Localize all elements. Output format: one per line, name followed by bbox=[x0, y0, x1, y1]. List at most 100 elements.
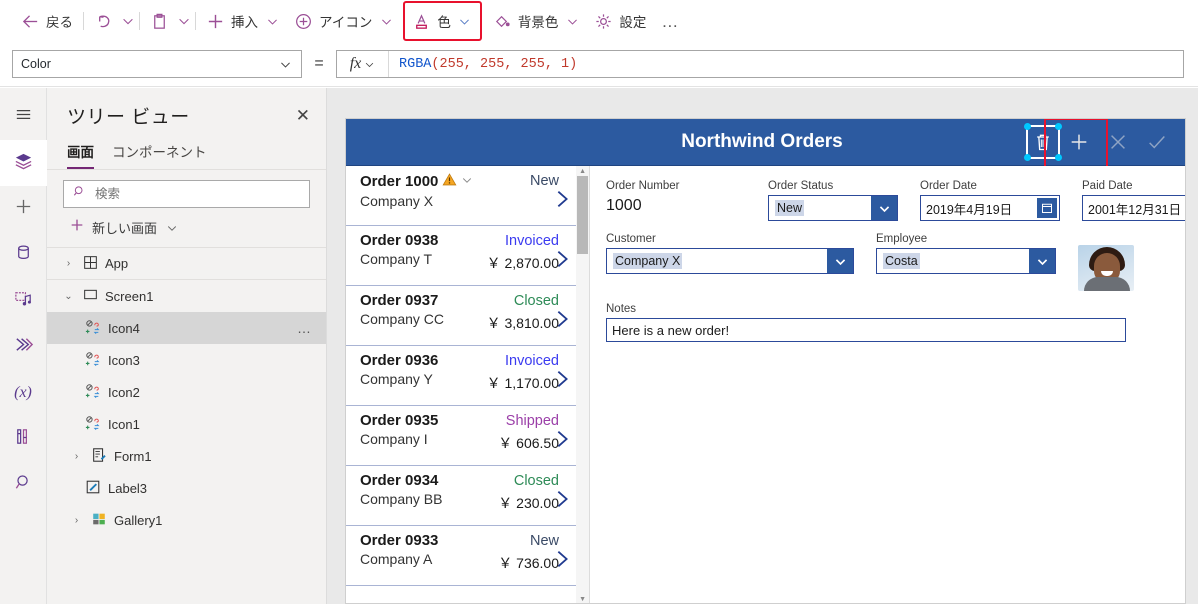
hamburger-menu-icon bbox=[13, 104, 34, 130]
expander-icon[interactable]: ⌄ bbox=[61, 291, 76, 302]
color-label: 色 bbox=[437, 15, 451, 30]
circle-plus-icon bbox=[294, 12, 313, 31]
tree-item-more-button[interactable]: … bbox=[297, 320, 326, 336]
expander-icon[interactable]: › bbox=[69, 451, 84, 462]
rail-hamburger-menu[interactable] bbox=[0, 94, 47, 140]
tree-item-icon2[interactable]: Icon2 bbox=[47, 376, 326, 408]
gallery-item-status: New bbox=[529, 173, 559, 189]
chevron-down-icon[interactable] bbox=[1029, 249, 1055, 273]
power-apps-studio: 戻る 挿入 アイコン 色 背景色 設定 … Color = fx RGBA(25… bbox=[0, 0, 1198, 604]
tree-item-screen1[interactable]: ⌄ Screen1 bbox=[47, 280, 326, 312]
property-chevron-down-icon[interactable] bbox=[277, 56, 293, 72]
background-color-button[interactable]: 背景色 bbox=[486, 5, 588, 37]
rail-data[interactable] bbox=[0, 232, 47, 278]
back-button[interactable]: 戻る bbox=[14, 5, 80, 37]
background-chevron-down-icon[interactable] bbox=[564, 13, 580, 29]
gallery-item[interactable]: Order 0937 Company CC Closed ￥ 3,810.00 bbox=[346, 286, 589, 346]
tree-item-label3[interactable]: Label3 bbox=[47, 472, 326, 504]
rail-search[interactable] bbox=[0, 462, 47, 508]
tree-item-icon4[interactable]: Icon4 … bbox=[47, 312, 326, 344]
insert-chevron-down-icon[interactable] bbox=[264, 13, 280, 29]
search-input[interactable] bbox=[95, 187, 301, 201]
formula-input-wrapper[interactable]: fx RGBA(255, 255, 255, 1) bbox=[336, 50, 1184, 78]
scroll-up-arrow-icon[interactable]: ▲ bbox=[579, 168, 586, 175]
expander-icon[interactable]: › bbox=[69, 515, 84, 526]
gallery-item-order: Order 0935 bbox=[360, 412, 439, 429]
save-button[interactable] bbox=[1138, 124, 1175, 161]
chevron-right-icon[interactable] bbox=[551, 248, 573, 275]
gallery-item-chevron-down-icon[interactable] bbox=[461, 173, 473, 190]
chevron-right-icon[interactable] bbox=[551, 368, 573, 395]
clipboard-icon bbox=[150, 12, 169, 31]
tab-screens[interactable]: 画面 bbox=[67, 141, 94, 169]
formula-input[interactable]: RGBA(255, 255, 255, 1) bbox=[389, 57, 1183, 72]
fx-button[interactable]: fx bbox=[337, 51, 389, 77]
chevron-right-icon[interactable] bbox=[551, 188, 573, 215]
rail-power-automate[interactable] bbox=[0, 324, 47, 370]
paid-date-picker[interactable]: 2001年12月31日 bbox=[1082, 195, 1185, 221]
new-screen-button[interactable]: 新しい画面 bbox=[47, 208, 326, 248]
order-status-dropdown[interactable]: New bbox=[768, 195, 898, 221]
gear-icon bbox=[594, 12, 613, 31]
paste-button[interactable] bbox=[143, 5, 176, 37]
resize-handle[interactable] bbox=[1024, 123, 1031, 130]
order-status-label: Order Status bbox=[768, 180, 834, 192]
tree-item-gallery1[interactable]: › Gallery1 bbox=[47, 504, 326, 536]
notes-input[interactable]: Here is a new order! bbox=[606, 318, 1126, 342]
new-screen-chevron-down-icon[interactable] bbox=[164, 220, 180, 236]
tab-components[interactable]: コンポーネント bbox=[112, 141, 207, 169]
icon-chevron-down-icon[interactable] bbox=[378, 13, 394, 29]
rail-tree-view[interactable] bbox=[0, 140, 47, 186]
chevron-right-icon[interactable] bbox=[551, 548, 573, 575]
chevron-down-icon[interactable] bbox=[871, 196, 897, 220]
form-row-2: Customer Company X Employee Costa bbox=[606, 233, 1185, 291]
close-icon[interactable]: ✕ bbox=[296, 107, 310, 124]
tree-item-form1[interactable]: › Form1 bbox=[47, 440, 326, 472]
property-selector[interactable]: Color bbox=[12, 50, 302, 78]
delete-button[interactable] bbox=[1024, 123, 1062, 161]
rail-media[interactable] bbox=[0, 278, 47, 324]
search-box[interactable] bbox=[63, 180, 310, 208]
settings-button[interactable]: 設定 bbox=[587, 5, 653, 37]
icon-menu-button[interactable]: アイコン bbox=[287, 5, 401, 37]
color-chevron-down-icon[interactable] bbox=[457, 13, 473, 29]
new-screen-label: 新しい画面 bbox=[92, 221, 158, 236]
resize-handle[interactable] bbox=[1024, 154, 1031, 161]
chevron-right-icon[interactable] bbox=[551, 428, 573, 455]
calendar-icon[interactable] bbox=[1037, 198, 1057, 218]
rail-variables[interactable]: (x) bbox=[0, 370, 47, 416]
chevron-right-icon[interactable] bbox=[551, 308, 573, 335]
rail-insert[interactable] bbox=[0, 186, 47, 232]
insert-button[interactable]: 挿入 bbox=[199, 5, 287, 37]
gallery-item[interactable]: Order 0936 Company Y Invoiced ￥ 1,170.00 bbox=[346, 346, 589, 406]
order-date-picker[interactable]: 2019年4月19日 bbox=[920, 195, 1060, 221]
gallery-item-company: Company CC bbox=[360, 311, 445, 327]
rail-advanced-tools[interactable] bbox=[0, 416, 47, 462]
gallery-item[interactable]: Order 0938 Company T Invoiced ￥ 2,870.00 bbox=[346, 226, 589, 286]
paste-chevron-down-icon[interactable] bbox=[176, 13, 192, 29]
cancel-button[interactable] bbox=[1099, 124, 1136, 161]
new-order-button[interactable] bbox=[1060, 124, 1097, 161]
expander-icon[interactable]: › bbox=[61, 258, 76, 269]
color-button[interactable]: 色 bbox=[403, 1, 482, 41]
fx-label: fx bbox=[349, 55, 362, 72]
chevron-down-icon[interactable] bbox=[827, 249, 853, 273]
gallery-item[interactable]: Order 1000 Company X New bbox=[346, 166, 589, 226]
gallery-item[interactable]: Order 0935 Company I Shipped ￥ 606.50 bbox=[346, 406, 589, 466]
employee-photo-field bbox=[1078, 233, 1134, 291]
customer-dropdown[interactable]: Company X bbox=[606, 248, 854, 274]
chevron-right-icon[interactable] bbox=[551, 488, 573, 515]
employee-dropdown[interactable]: Costa bbox=[876, 248, 1056, 274]
gallery-scrollbar[interactable]: ▲ ▼ bbox=[576, 166, 589, 603]
gallery-item[interactable]: Order 0933 Company A New ￥ 736.00 bbox=[346, 526, 589, 586]
undo-button[interactable] bbox=[87, 5, 120, 37]
tree-view-header: ツリー ビュー ✕ bbox=[47, 88, 326, 137]
gallery-scrollbar-thumb[interactable] bbox=[577, 176, 588, 254]
gallery-item[interactable]: Order 0934 Company BB Closed ￥ 230.00 bbox=[346, 466, 589, 526]
tree-item-icon3[interactable]: Icon3 bbox=[47, 344, 326, 376]
undo-chevron-down-icon[interactable] bbox=[120, 13, 136, 29]
tree-item-app[interactable]: › App bbox=[47, 248, 326, 280]
tree-item-icon1[interactable]: Icon1 bbox=[47, 408, 326, 440]
overflow-menu-button[interactable]: … bbox=[653, 5, 687, 37]
scroll-down-arrow-icon[interactable]: ▼ bbox=[579, 596, 586, 603]
